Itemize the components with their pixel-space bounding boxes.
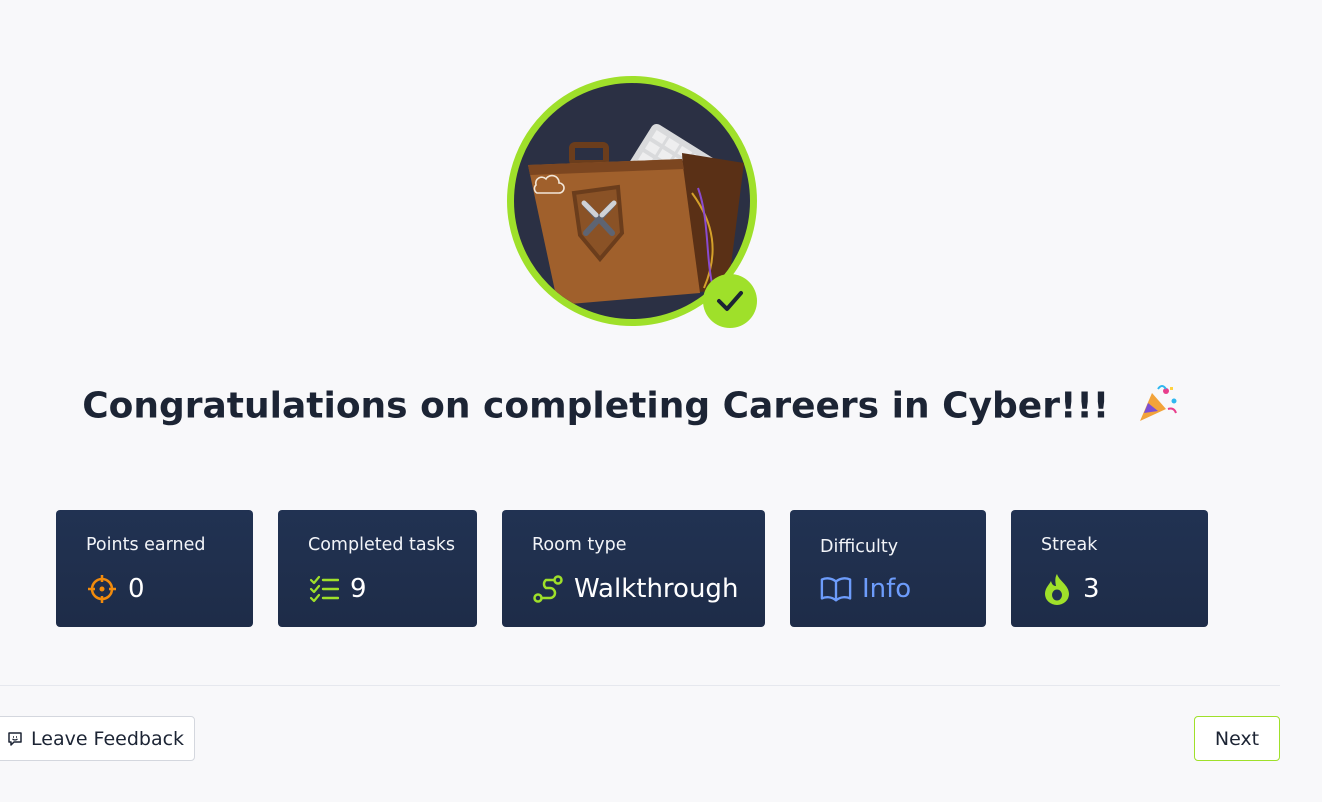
stat-label: Completed tasks	[308, 535, 455, 555]
checkmark-icon	[703, 274, 757, 328]
stat-value: 0	[128, 574, 145, 604]
stat-completed-tasks: Completed tasks 9	[278, 510, 477, 627]
completion-title: Congratulations on completing Careers in…	[0, 383, 1260, 432]
book-icon	[820, 573, 852, 605]
stat-value: Walkthrough	[574, 574, 739, 604]
crosshair-icon	[86, 573, 118, 605]
message-icon	[7, 731, 23, 747]
stat-label: Room type	[532, 535, 627, 555]
next-label: Next	[1214, 727, 1260, 750]
route-icon	[532, 573, 564, 605]
stat-streak: Streak 3	[1011, 510, 1208, 627]
checklist-icon	[308, 573, 340, 605]
leave-feedback-label: Leave Feedback	[31, 727, 185, 750]
stat-difficulty: Difficulty Info	[790, 510, 986, 627]
stat-label: Streak	[1041, 535, 1098, 555]
party-popper-icon	[1136, 383, 1178, 432]
stat-points-earned: Points earned 0	[56, 510, 253, 627]
next-button[interactable]: Next	[1194, 716, 1280, 761]
footer-divider	[0, 685, 1280, 686]
stat-value: Info	[862, 574, 912, 604]
stat-value: 9	[350, 574, 367, 604]
room-badge	[507, 76, 757, 328]
stat-value: 3	[1083, 574, 1100, 604]
leave-feedback-button[interactable]: Leave Feedback	[0, 716, 195, 761]
stat-label: Difficulty	[820, 537, 899, 557]
stat-room-type: Room type Walkthrough	[502, 510, 765, 627]
completion-title-text: Congratulations on completing Careers in…	[82, 385, 1110, 427]
stat-label: Points earned	[86, 535, 206, 555]
flame-icon	[1041, 573, 1073, 605]
